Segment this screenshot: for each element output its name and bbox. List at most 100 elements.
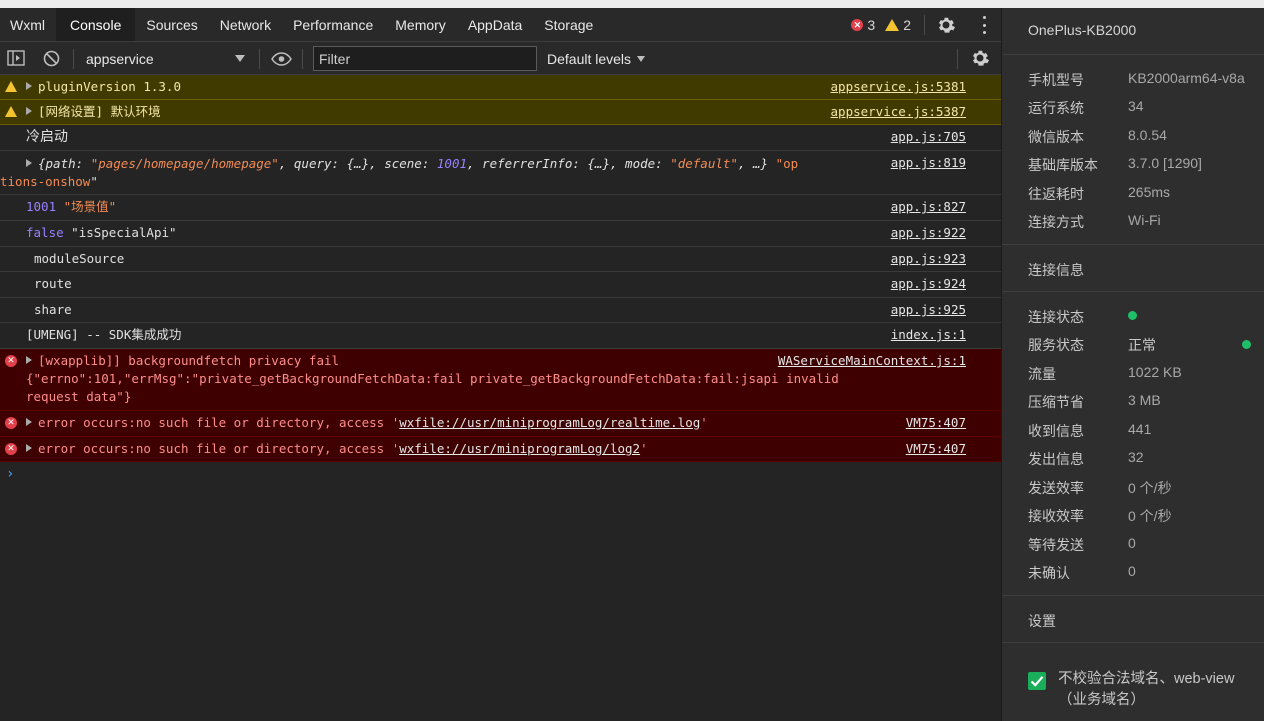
chevron-down-icon: [637, 55, 646, 62]
source-link[interactable]: app.js:923: [891, 250, 966, 268]
eye-icon[interactable]: [271, 51, 292, 70]
connected-status-icon: [1128, 307, 1137, 327]
context-select[interactable]: appservice: [86, 42, 251, 75]
skip-domain-check-label[interactable]: 不校验合法域名、web-view（业务域名）: [1058, 669, 1258, 711]
issue-counts[interactable]: ✕ 3 2: [851, 8, 911, 42]
error-text: error occurs:no such file or directory, …: [38, 441, 400, 456]
settings-gear-icon[interactable]: [935, 14, 957, 36]
filter-input[interactable]: [313, 46, 537, 71]
source-link[interactable]: app.js:922: [891, 224, 966, 242]
console-settings-gear-icon[interactable]: [969, 47, 991, 69]
warning-count: 2: [903, 17, 911, 33]
message-text: [UMENG] -- SDK集成成功: [26, 327, 182, 342]
device-info-panel: OnePlus-KB2000 手机型号 KB2000arm64-v8a 运行系统 3…: [1001, 8, 1264, 721]
tab-memory[interactable]: Memory: [384, 8, 457, 41]
tab-wxml[interactable]: Wxml: [0, 8, 56, 41]
conn-row: 等待发送 0: [1028, 535, 1136, 553]
expand-arrow-icon[interactable]: [26, 418, 32, 426]
error-icon: ✕: [5, 417, 17, 429]
file-link[interactable]: wxfile://usr/miniprogramLog/log2: [399, 441, 640, 456]
conn-row: 服务状态 正常: [1028, 337, 1156, 353]
conn-row: 连接状态: [1028, 307, 1258, 327]
toolbar-divider: [302, 49, 303, 69]
source-link[interactable]: app.js:827: [891, 198, 966, 216]
message-text: 冷启动: [26, 129, 68, 145]
console-toolbar: appservice Default levels: [0, 42, 1001, 75]
more-options-icon[interactable]: [981, 16, 987, 34]
message-number: 1001: [26, 199, 57, 214]
divider: [1002, 54, 1264, 55]
conn-row: 流量 1022 KB: [1028, 364, 1182, 382]
object-preview: {path: "pages/homepage/homepage", query:…: [38, 156, 776, 171]
tab-console[interactable]: Console: [56, 8, 136, 41]
console-message: moduleSource app.js:923: [0, 247, 1001, 272]
devtools-panel: Wxml Console Sources Network Performance…: [0, 8, 1001, 721]
warning-icon: [885, 19, 900, 31]
info-row: 运行系统 34: [1028, 98, 1144, 116]
clear-console-icon[interactable]: [43, 50, 60, 71]
message-text: pluginVersion 1.3.0: [38, 79, 181, 94]
error-count: 3: [867, 17, 876, 33]
source-link[interactable]: VM75:407: [906, 440, 966, 458]
message-text: route: [34, 276, 72, 291]
error-detail: {"errno":101,"errMsg":"private_getBackgr…: [26, 371, 839, 386]
console-log: pluginVersion 1.3.0 appservice.js:5381 […: [0, 75, 1001, 462]
tab-performance[interactable]: Performance: [282, 8, 384, 41]
message-text: moduleSource: [34, 251, 125, 266]
tab-storage[interactable]: Storage: [533, 8, 604, 41]
warning-icon: [5, 81, 17, 92]
message-boolean: false: [26, 225, 64, 240]
connection-section-title: 连接信息: [1028, 262, 1084, 278]
file-link[interactable]: wxfile://usr/miniprogramLog/realtime.log: [399, 415, 700, 430]
toolbar-divider: [924, 15, 925, 35]
expand-arrow-icon[interactable]: [26, 82, 32, 90]
console-message: 冷启动 app.js:705: [0, 125, 1001, 151]
conn-row: 接收效率 0 个/秒: [1028, 508, 1172, 524]
divider: [1002, 244, 1264, 245]
toolbar-divider: [957, 49, 958, 69]
source-link[interactable]: appservice.js:5381: [831, 78, 966, 96]
log-levels-dropdown[interactable]: Default levels: [547, 42, 646, 75]
error-icon: ✕: [5, 443, 17, 455]
console-prompt[interactable]: ›: [6, 466, 14, 482]
console-message-warning: [网络设置] 默认环境 appservice.js:5387: [0, 100, 1001, 125]
expand-arrow-icon[interactable]: [26, 356, 32, 364]
source-link[interactable]: app.js:705: [891, 128, 966, 146]
error-text-end: ': [640, 441, 648, 456]
console-message: false "isSpecialApi" app.js:922: [0, 221, 1001, 247]
conn-row: 压缩节省 3 MB: [1028, 392, 1161, 410]
error-text: error occurs:no such file or directory, …: [38, 415, 400, 430]
conn-row: 发出信息 32: [1028, 449, 1144, 467]
sidebar-toggle-icon[interactable]: [7, 50, 25, 70]
expand-arrow-icon[interactable]: [26, 444, 32, 452]
skip-domain-check-checkbox[interactable]: [1028, 672, 1046, 690]
divider: [1002, 595, 1264, 596]
message-string: "isSpecialApi": [71, 225, 177, 240]
source-link[interactable]: appservice.js:5387: [831, 103, 966, 121]
error-icon: ✕: [5, 355, 17, 367]
tab-appdata[interactable]: AppData: [457, 8, 533, 41]
console-message-error: ✕ error occurs:no such file or directory…: [0, 437, 1001, 462]
info-row: 微信版本 8.0.54: [1028, 127, 1167, 145]
divider: [1002, 291, 1264, 292]
console-message: share app.js:925: [0, 298, 1001, 323]
source-link[interactable]: app.js:819: [891, 154, 966, 172]
expand-arrow-icon[interactable]: [26, 159, 32, 167]
info-row: 手机型号 KB2000arm64-v8a: [1028, 70, 1245, 88]
tab-sources[interactable]: Sources: [135, 8, 208, 41]
tab-network[interactable]: Network: [209, 8, 282, 41]
source-link[interactable]: app.js:925: [891, 301, 966, 319]
source-link[interactable]: WAServiceMainContext.js:1: [778, 352, 966, 370]
expand-arrow-icon[interactable]: [26, 107, 32, 115]
source-link[interactable]: VM75:407: [906, 414, 966, 432]
source-link[interactable]: app.js:924: [891, 275, 966, 293]
context-select-value: appservice: [86, 50, 154, 67]
device-name: OnePlus-KB2000: [1028, 22, 1137, 38]
error-icon: ✕: [851, 19, 864, 31]
console-message-warning: pluginVersion 1.3.0 appservice.js:5381: [0, 75, 1001, 100]
source-link[interactable]: index.js:1: [891, 326, 966, 344]
checkmark-icon: [1030, 676, 1044, 687]
console-message: 1001 "场景值" app.js:827: [0, 195, 1001, 221]
message-string: "场景值": [63, 199, 117, 214]
service-status-icon: [1242, 340, 1251, 349]
